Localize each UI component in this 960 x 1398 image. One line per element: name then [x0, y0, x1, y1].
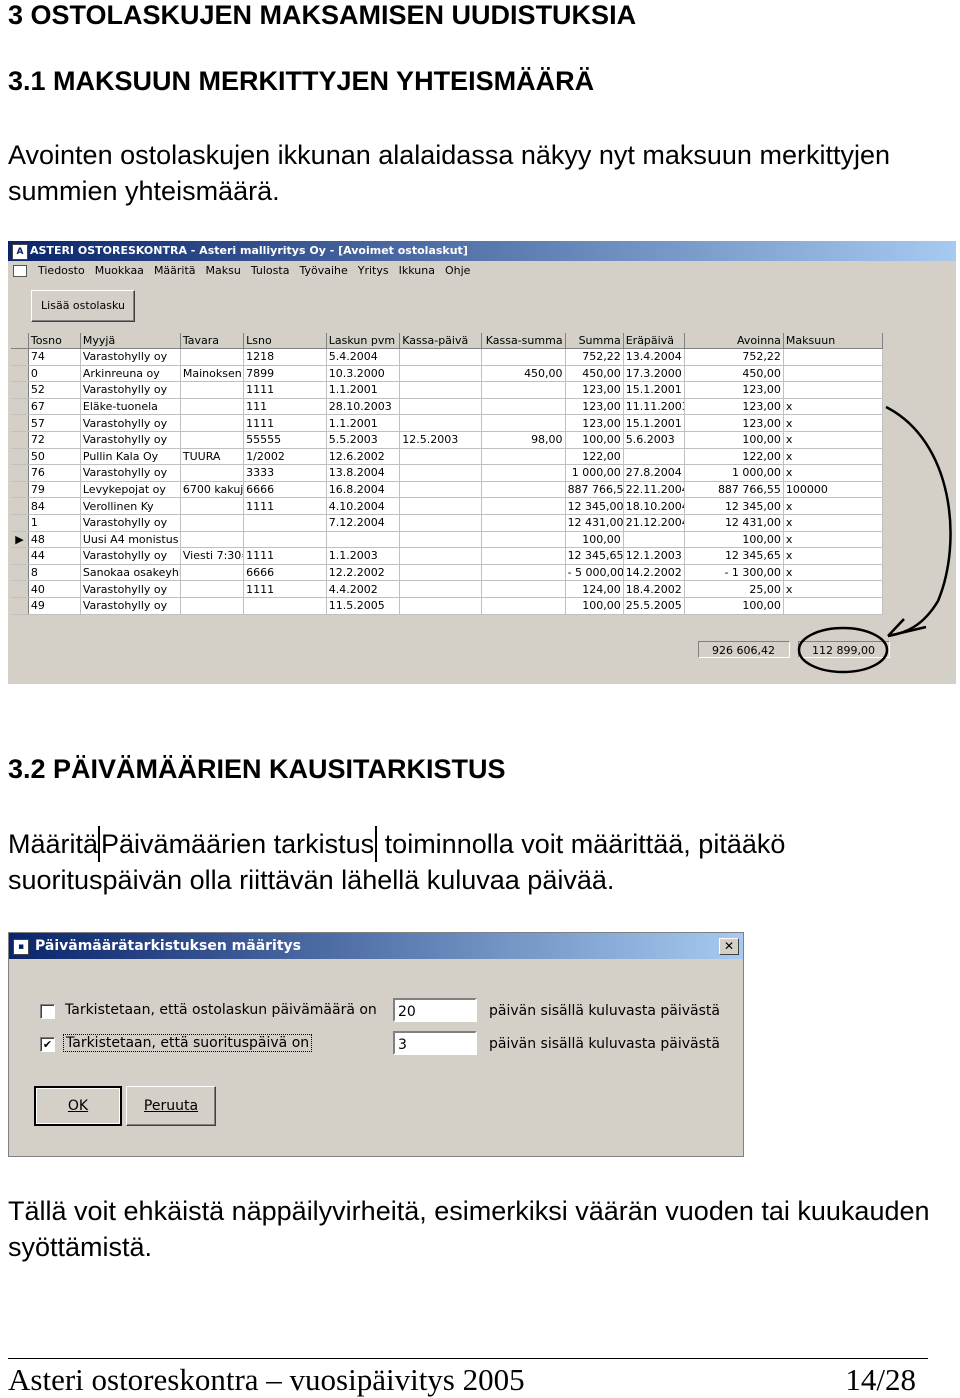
- check-invoice-date-label: Tarkistetaan, että ostolaskun päivämäärä…: [65, 1002, 377, 1018]
- cancel-label: Peruuta: [143, 1098, 199, 1114]
- cancel-button[interactable]: Peruuta: [126, 1086, 216, 1126]
- menu-path-second: Päivämäärien tarkistus: [98, 826, 378, 862]
- check-payment-date-label: Tarkistetaan, että suorituspäivä on: [63, 1034, 313, 1052]
- subsection-heading-3-1: 3.1 MAKSUUN MERKITTYJEN YHTEISMÄÄRÄ: [8, 66, 595, 96]
- paragraph-3-2-note: Tällä voit ehkäistä näppäilyvirheitä, es…: [8, 1196, 930, 1262]
- paragraph-3-2: Määritä Päivämäärien tarkistus toiminnoll…: [8, 826, 938, 898]
- menu-path-first: Määritä: [8, 829, 99, 859]
- check-payment-date-checkbox[interactable]: ✔: [40, 1037, 55, 1052]
- date-check-dialog: ▪ Päivämäärätarkistuksen määritys ✕ Tark…: [8, 932, 744, 1157]
- invoice-date-suffix: päivän sisällä kuluvasta päivästä: [489, 1003, 720, 1019]
- annotation-arrow: [797, 405, 952, 674]
- dialog-title: Päivämäärätarkistuksen määritys: [35, 938, 301, 954]
- section-heading: 3 OSTOLASKUJEN MAKSAMISEN UUDISTUKSIA: [8, 0, 637, 30]
- open-invoices-window: A ASTERI OSTORESKONTRA - Asteri malliyri…: [8, 241, 956, 684]
- paragraph-3-1: Avointen ostolaskujen ikkunan alalaidass…: [8, 140, 890, 206]
- payment-date-suffix: päivän sisällä kuluvasta päivästä: [489, 1036, 720, 1052]
- subsection-heading-3-2: 3.2 PÄIVÄMÄÄRIEN KAUSITARKISTUS: [8, 754, 506, 784]
- ok-label: OK: [67, 1098, 89, 1114]
- close-icon[interactable]: ✕: [719, 938, 739, 955]
- footer-title: Asteri ostoreskontra – vuosipäivitys 200…: [8, 1362, 525, 1397]
- check-invoice-date-checkbox[interactable]: [40, 1004, 55, 1019]
- footer-rule: [8, 1358, 928, 1359]
- dialog-titlebar[interactable]: ▪ Päivämäärätarkistuksen määritys: [9, 933, 743, 959]
- dialog-icon: ▪: [13, 939, 29, 955]
- ok-button[interactable]: OK: [34, 1086, 122, 1126]
- invoice-date-days-input[interactable]: 20: [393, 998, 477, 1022]
- page-number: 14/28: [845, 1362, 916, 1397]
- payment-date-days-input[interactable]: 3: [393, 1031, 477, 1055]
